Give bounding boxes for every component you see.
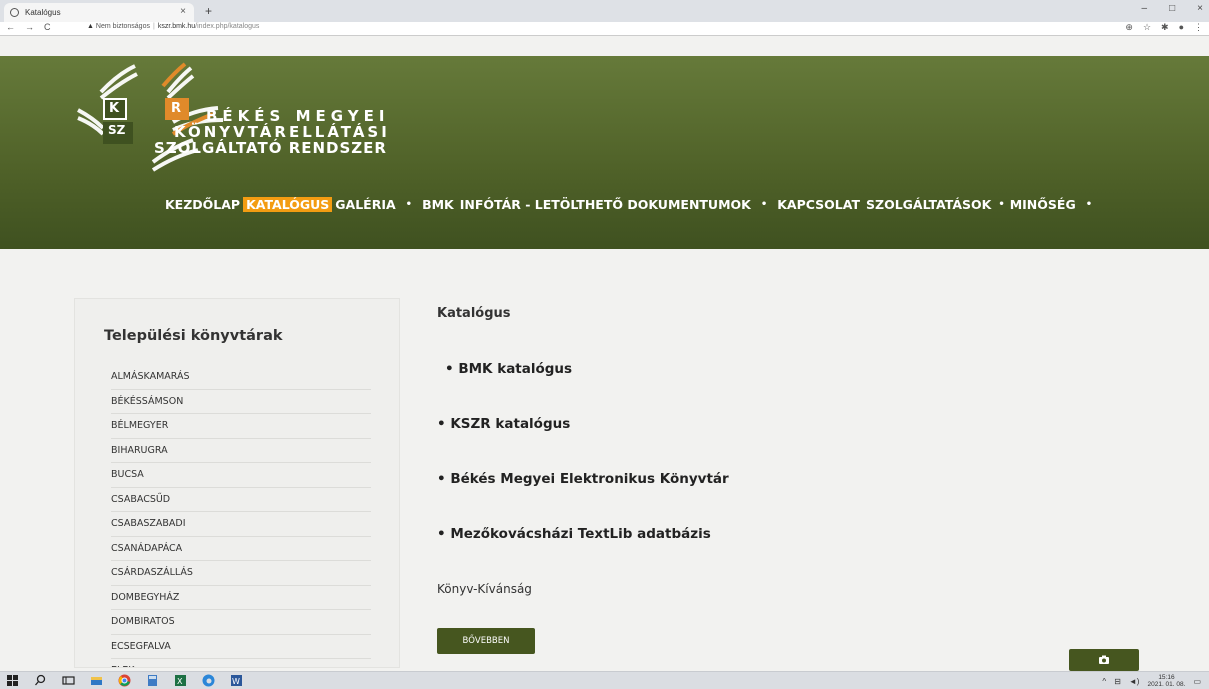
sidebar-list: ALMÁSKAMARÁS BÉKÉSSÁMSON BÉLMEGYER BIHAR… — [111, 365, 371, 667]
search-icon[interactable] — [34, 674, 47, 687]
address-bar: ← → C ▲ Nem biztonságos | kszr.bmk.hu/inde… — [0, 22, 1209, 36]
more-button[interactable]: BŐVEBBEN — [437, 628, 535, 654]
sidebar-item[interactable]: DOMBEGYHÁZ — [111, 586, 371, 610]
calculator-icon[interactable] — [146, 674, 159, 687]
zoom-icon[interactable]: ⊕ — [1125, 22, 1133, 33]
sidebar-item[interactable]: BIHARUGRA — [111, 439, 371, 463]
tab-title: Katalógus — [25, 8, 61, 17]
sidebar-item[interactable]: CSÁRDASZÁLLÁS — [111, 561, 371, 586]
file-explorer-icon[interactable] — [90, 674, 103, 687]
sidebar-item[interactable]: CSANÁDAPÁCA — [111, 537, 371, 561]
volume-icon[interactable]: ◄) — [1129, 677, 1140, 686]
nav-bmk[interactable]: BMK — [419, 197, 457, 212]
sidebar-item[interactable]: ALMÁSKAMARÁS — [111, 365, 371, 390]
sidebar-item[interactable]: BUCSA — [111, 463, 371, 488]
sidebar-item[interactable]: BÉLMEGYER — [111, 414, 371, 439]
nav-dropdown-dot: • — [1085, 199, 1093, 210]
url-domain: kszr.bmk.hu — [157, 23, 196, 30]
sidebar-item[interactable]: ECSEGFALVA — [111, 635, 371, 659]
tray-chevron-icon[interactable]: ^ — [1102, 677, 1106, 686]
link-bmk-katalogus[interactable]: • BMK katalógus — [445, 361, 572, 377]
sidebar-title: Települési könyvtárak — [104, 328, 283, 344]
site-favicon-icon — [10, 8, 19, 17]
nav-kapcsolat[interactable]: KAPCSOLAT — [774, 197, 863, 212]
sidebar: Települési könyvtárak ALMÁSKAMARÁS BÉKÉS… — [74, 298, 400, 668]
browser-tab[interactable]: Katalógus × — [4, 3, 194, 22]
sidebar-item[interactable]: BÉKÉSSÁMSON — [111, 390, 371, 414]
back-button[interactable]: ← — [6, 22, 15, 32]
link-kszr-katalogus[interactable]: • KSZR katalógus — [437, 416, 570, 432]
logo-letter-sz: SZ — [108, 123, 126, 137]
network-icon[interactable]: ⊟ — [1114, 677, 1121, 686]
logo-line-1: BÉKÉS MEGYEI — [206, 107, 390, 125]
forward-button[interactable]: → — [25, 22, 34, 32]
edge-icon[interactable] — [202, 674, 215, 687]
url-field[interactable]: ▲ Nem biztonságos | kszr.bmk.hu/index.php/… — [87, 23, 259, 30]
task-view-icon[interactable] — [62, 674, 75, 687]
link-textlib[interactable]: • Mezőkovácsházi TextLib adatbázis — [437, 526, 711, 542]
site-header: K R SZ BÉKÉS MEGYEI KÖNYVTÁRELLÁTÁSI SZO… — [0, 56, 1209, 249]
new-tab-button[interactable]: + — [205, 4, 212, 18]
sidebar-item[interactable]: CSABASZABADI — [111, 512, 371, 537]
security-warning: Nem biztonságos — [95, 23, 150, 30]
chrome-icon[interactable] — [118, 674, 131, 687]
clock-date: 2021. 01. 08. — [1147, 681, 1186, 688]
nav-szolgaltatasok[interactable]: SZOLGÁLTATÁSOK — [863, 197, 994, 212]
minimize-button[interactable]: – — [1142, 3, 1148, 14]
logo-line-3: SZOLGÁLTATÓ RENDSZER — [154, 139, 387, 157]
logo-letter-k: K — [109, 101, 120, 116]
logo-text: BÉKÉS MEGYEI KÖNYVTÁRELLÁTÁSI SZOLGÁLTAT… — [154, 107, 390, 156]
reload-button[interactable]: C — [44, 22, 51, 32]
windows-start-icon[interactable] — [6, 674, 19, 687]
sidebar-item[interactable]: DOMBIRATOS — [111, 610, 371, 635]
clock[interactable]: 15:16 2021. 01. 08. — [1147, 674, 1185, 688]
page-title: Katalógus — [437, 306, 511, 321]
link-bmek[interactable]: • Békés Megyei Elektronikus Könyvtár — [437, 471, 729, 487]
tab-close-icon[interactable]: × — [180, 6, 186, 17]
excel-icon[interactable]: X — [174, 674, 187, 687]
taskbar: X W ^ ⊟ ◄) 15:16 2021. 01. 08. ▭ — [0, 671, 1209, 689]
profile-icon[interactable]: ● — [1179, 22, 1184, 33]
nav-katalogus[interactable]: KATALÓGUS — [243, 197, 333, 212]
book-wish-label: Könyv-Kívánság — [437, 582, 532, 596]
bookmark-star-icon[interactable]: ☆ — [1143, 22, 1151, 33]
nav-dropdown-dot: • — [998, 199, 1005, 210]
url-path: /index.php/katalogus — [195, 23, 260, 30]
nav-dropdown-dot: • — [405, 199, 413, 210]
svg-text:X: X — [177, 677, 183, 686]
nav-infotar[interactable]: INFÓTÁR - LETÖLTHETŐ DOKUMENTUMOK — [457, 197, 754, 212]
main-nav: KEZDŐLAP KATALÓGUS GALÉRIA • BMK INFÓTÁR… — [162, 197, 1099, 212]
sidebar-item[interactable]: CSABACSŰD — [111, 488, 371, 512]
nav-minoseg[interactable]: MINŐSÉG — [1007, 197, 1079, 212]
maximize-button[interactable]: □ — [1169, 3, 1175, 14]
word-icon[interactable]: W — [230, 674, 243, 687]
nav-galeria[interactable]: GALÉRIA — [332, 197, 398, 212]
warning-icon: ▲ — [87, 23, 94, 30]
svg-text:W: W — [232, 677, 240, 686]
browser-tab-bar: Katalógus × + – □ × — [0, 0, 1209, 22]
clock-time: 15:16 — [1158, 674, 1175, 681]
logo-line-2: KÖNYVTÁRELLÁTÁSI — [174, 123, 390, 141]
camera-button[interactable] — [1069, 649, 1139, 671]
nav-dropdown-dot: • — [760, 199, 768, 210]
close-window-button[interactable]: × — [1197, 3, 1203, 14]
camera-icon — [1099, 655, 1109, 664]
sidebar-item[interactable]: ELEK — [111, 659, 371, 667]
menu-icon[interactable]: ⋮ — [1194, 22, 1203, 33]
nav-kezdolap[interactable]: KEZDŐLAP — [162, 197, 243, 212]
notification-icon[interactable]: ▭ — [1193, 677, 1201, 686]
extensions-icon[interactable]: ✱ — [1161, 22, 1169, 33]
